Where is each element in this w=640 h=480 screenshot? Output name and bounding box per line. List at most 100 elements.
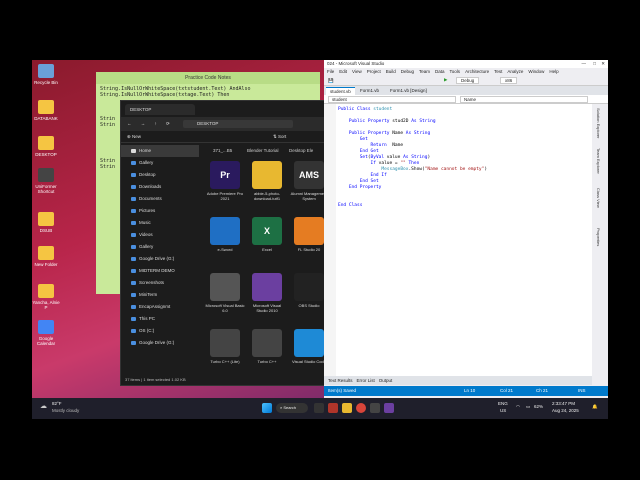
file-tile[interactable]: e-Sword (205, 217, 245, 252)
sidebar-item[interactable]: Gallery (121, 157, 199, 169)
clock-time[interactable]: 2:33:47 PM (552, 401, 575, 406)
sidebar-item[interactable]: MiniTerm (121, 289, 199, 301)
menu-item[interactable]: Debug (401, 69, 414, 74)
refresh-icon[interactable]: ⟳ (166, 121, 170, 126)
side-panel-tab[interactable]: Properties (596, 228, 601, 246)
file-tile[interactable]: Pr Adobe Premiere Pro 2021 (205, 161, 245, 201)
menu-item[interactable]: Edit (339, 69, 347, 74)
desktop-icon[interactable]: DESKTOP (32, 136, 60, 157)
weather-icon[interactable]: ☁ (40, 402, 47, 410)
column-header[interactable]: 371_...B5 (213, 148, 232, 153)
sidebar-item[interactable]: Videos (121, 229, 199, 241)
app-icon-2[interactable] (328, 403, 338, 413)
app-icon-5[interactable] (370, 403, 380, 413)
new-button[interactable]: ⊕ New (127, 134, 141, 139)
sidebar-item[interactable]: OS (C:) (121, 325, 199, 337)
desktop-icon[interactable]: DSUB (32, 212, 60, 233)
file-tile[interactable]: abbie-5-photo-download-tutf1 (247, 161, 287, 201)
bottom-tab[interactable]: Output (379, 378, 393, 383)
menu-item[interactable]: Test (494, 69, 502, 74)
file-tile[interactable]: Turbo C++ (Lite) (205, 329, 245, 364)
bottom-tab[interactable]: Text Results (328, 378, 353, 383)
battery-icon[interactable]: ▭ (526, 404, 530, 410)
forward-icon[interactable]: → (141, 121, 146, 126)
sidebar-item[interactable]: This PC (121, 313, 199, 325)
file-tile[interactable]: Microsoft Visual Basic 6.0 (205, 273, 245, 313)
start-icon[interactable]: ▶ (444, 77, 447, 83)
file-explorer-icon[interactable] (342, 403, 352, 413)
column-header[interactable]: Desktop Ele (289, 148, 313, 153)
file-tile[interactable]: OBS Studio (289, 273, 329, 308)
lang-label[interactable]: ENG (498, 401, 508, 406)
menu-item[interactable]: Window (528, 69, 544, 74)
file-tile[interactable]: AMS Alumni Management System (289, 161, 329, 201)
side-panel-tab[interactable]: Solution Explorer (596, 108, 601, 138)
sidebar-item[interactable]: Desktop (121, 169, 199, 181)
menu-item[interactable]: Analyze (507, 69, 523, 74)
chrome-icon[interactable] (356, 403, 366, 413)
sidebar-item[interactable]: Screenshots (121, 277, 199, 289)
sidebar-item[interactable]: MIDTERM DEMO (121, 265, 199, 277)
file-tile[interactable]: Turbo C++ (247, 329, 287, 364)
class-combo[interactable]: student (328, 96, 456, 103)
sidebar-item[interactable]: Google Drive (G:) (121, 337, 199, 349)
desktop-icon[interactable]: Yancha, Alnie P (32, 284, 60, 310)
menu-item[interactable]: View (352, 69, 362, 74)
menu-item[interactable]: Help (549, 69, 558, 74)
maximize-icon[interactable]: □ (593, 61, 596, 66)
code-editor[interactable]: Public Class student Public Property stu… (324, 104, 592, 376)
save-icon[interactable]: 💾 (328, 78, 334, 84)
sidebar-item[interactable]: Google Drive (G:) (121, 253, 199, 265)
menu-item[interactable]: Project (367, 69, 381, 74)
app-icon-1[interactable] (314, 403, 324, 413)
menu-item[interactable]: Team (419, 69, 430, 74)
menu-item[interactable]: File (327, 69, 334, 74)
menu-item[interactable]: Build (386, 69, 396, 74)
notification-icon[interactable]: 🔔 (592, 404, 598, 410)
file-tile[interactable]: FL Studio 20 (289, 217, 329, 252)
side-panel-tab[interactable]: Class View (596, 188, 601, 208)
app-icon-6[interactable] (384, 403, 394, 413)
search-box[interactable]: ⌕ Search (276, 403, 308, 413)
back-icon[interactable]: ← (127, 121, 132, 126)
explorer-status: 37 items | 1 item selected 1.02 KB (125, 377, 186, 382)
desktop-icon[interactable]: Google Calendar (32, 320, 60, 346)
start-button-icon[interactable] (262, 403, 272, 413)
sidebar-item[interactable]: Gallery (121, 241, 199, 253)
file-explorer-window[interactable]: DESKTOP ← → ↑ ⟳ DESKTOP ⊕ New ⇅ Sort Hom… (120, 100, 352, 386)
document-tab[interactable]: student.vb (326, 87, 355, 95)
up-icon[interactable]: ↑ (155, 121, 157, 126)
visual-studio-window[interactable]: 024 - Microsoft Visual Studio — □ ✕ File… (324, 60, 608, 404)
platform-combo[interactable]: x86 (500, 77, 518, 84)
document-tab[interactable]: Form1.vb (356, 87, 383, 95)
desktop-icon[interactable]: DATABANK (32, 100, 60, 121)
config-combo[interactable]: Debug (456, 77, 480, 84)
wifi-icon[interactable]: ◠ (516, 404, 520, 410)
file-tile[interactable]: X Excel (247, 217, 287, 252)
sidebar-item[interactable]: Downloads (121, 181, 199, 193)
side-panel-tab[interactable]: Team Explorer (596, 148, 601, 174)
sidebar-item[interactable]: Home (121, 145, 199, 157)
file-tile[interactable]: Microsoft Visual Studio 2010 (247, 273, 287, 313)
close-icon[interactable]: ✕ (601, 61, 605, 67)
desktop-icon[interactable]: Recycle Bin (32, 64, 60, 85)
sidebar-item[interactable]: Documents (121, 193, 199, 205)
sidebar-item[interactable]: Pictures (121, 205, 199, 217)
sidebar-item[interactable]: Music (121, 217, 199, 229)
desktop-icon[interactable]: UniFormer Shortcut (32, 168, 60, 194)
desktop-icon[interactable]: New Folder (32, 246, 60, 267)
sidebar-item[interactable]: EncapAssignmt (121, 301, 199, 313)
file-tile[interactable]: Visual Studio Code (289, 329, 329, 364)
sort-button[interactable]: ⇅ Sort (273, 134, 286, 140)
bottom-tab[interactable]: Error List (357, 378, 375, 383)
column-header[interactable]: Blender Tutorial (247, 148, 279, 153)
menu-item[interactable]: Architecture (465, 69, 489, 74)
menu-item[interactable]: Tools (450, 69, 461, 74)
editor-gutter (324, 104, 336, 376)
document-tab[interactable]: Form1.vb [Design] (386, 87, 431, 95)
member-combo[interactable]: Name (460, 96, 588, 103)
menu-item[interactable]: Data (435, 69, 445, 74)
explorer-tab[interactable]: DESKTOP (125, 104, 195, 115)
minimize-icon[interactable]: — (582, 61, 587, 66)
address-bar[interactable]: DESKTOP (183, 120, 293, 128)
